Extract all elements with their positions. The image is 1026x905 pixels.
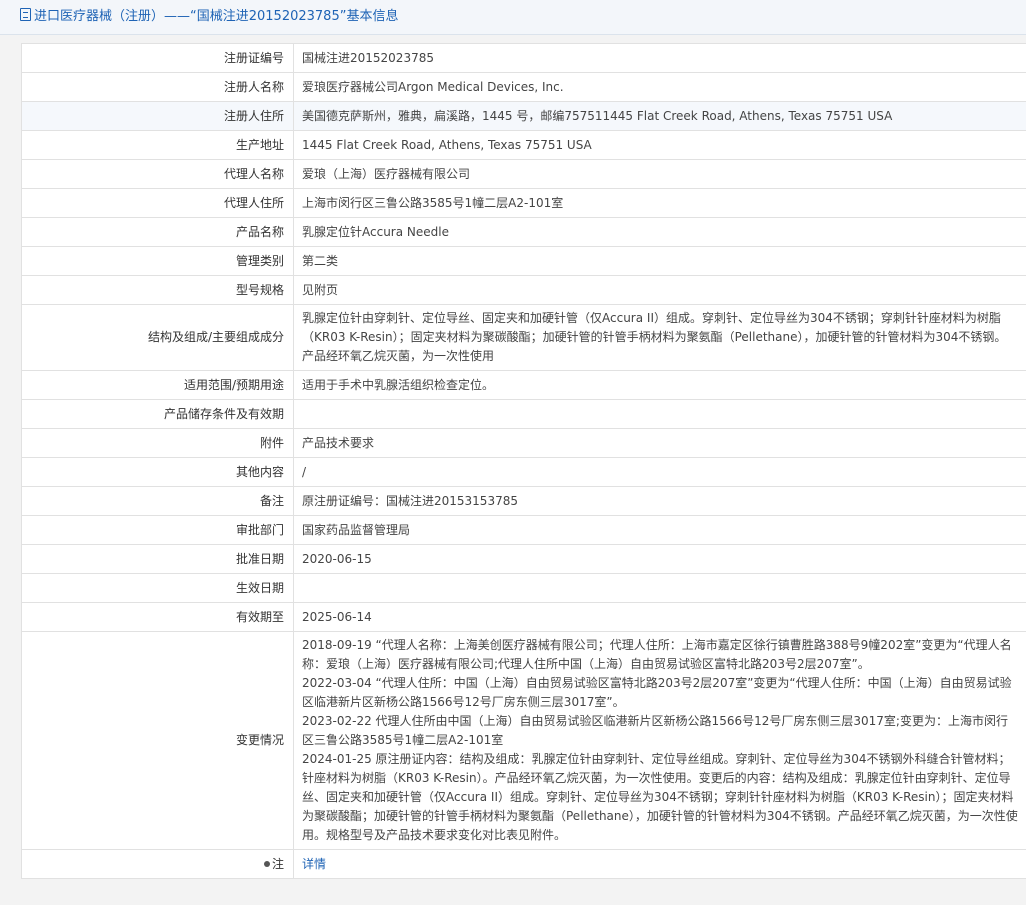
page-header: 进口医疗器械（注册）——“国械注进20152023785”基本信息 — [0, 0, 1026, 35]
field-label: 型号规格 — [22, 276, 294, 305]
field-value: 产品技术要求 — [294, 429, 1026, 458]
table-row: 代理人住所上海市闵行区三鲁公路3585号1幢二层A2-101室 — [22, 189, 1026, 218]
table-row: 适用范围/预期用途适用于手术中乳腺活组织检查定位。 — [22, 371, 1026, 400]
field-label: 注册人住所 — [22, 102, 294, 131]
change-entry: 2022-03-04 “代理人住所：中国（上海）自由贸易试验区富特北路203号2… — [302, 674, 1018, 712]
info-table: 注册证编号国械注进20152023785 注册人名称爱琅医疗器械公司Argon … — [21, 43, 1026, 879]
change-entry: 2018-09-19 “代理人名称：上海美创医疗器械有限公司；代理人住所：上海市… — [302, 636, 1018, 674]
field-label: 注册证编号 — [22, 44, 294, 73]
table-row: 生效日期 — [22, 574, 1026, 603]
field-value: 第二类 — [294, 247, 1026, 276]
field-value: 国家药品监督管理局 — [294, 516, 1026, 545]
field-label: 产品名称 — [22, 218, 294, 247]
table-row: 注册人名称爱琅医疗器械公司Argon Medical Devices, Inc. — [22, 73, 1026, 102]
field-label: 适用范围/预期用途 — [22, 371, 294, 400]
content-area: 注册证编号国械注进20152023785 注册人名称爱琅医疗器械公司Argon … — [0, 35, 1026, 905]
field-value — [294, 574, 1026, 603]
field-value: 上海市闵行区三鲁公路3585号1幢二层A2-101室 — [294, 189, 1026, 218]
table-row: 管理类别第二类 — [22, 247, 1026, 276]
field-label: 备注 — [22, 487, 294, 516]
table-row: 结构及组成/主要组成成分乳腺定位针由穿刺针、定位导丝、固定夹和加硬针管（仅Acc… — [22, 305, 1026, 371]
table-row: 产品名称乳腺定位针Accura Needle — [22, 218, 1026, 247]
field-label: 审批部门 — [22, 516, 294, 545]
field-value: 2020-06-15 — [294, 545, 1026, 574]
table-row: 注册证编号国械注进20152023785 — [22, 44, 1026, 73]
table-row: 代理人名称爱琅（上海）医疗器械有限公司 — [22, 160, 1026, 189]
field-label: 产品储存条件及有效期 — [22, 400, 294, 429]
field-value: 原注册证编号：国械注进20153153785 — [294, 487, 1026, 516]
pin-icon — [264, 861, 270, 867]
table-row: 生产地址1445 Flat Creek Road, Athens, Texas … — [22, 131, 1026, 160]
table-row: 批准日期2020-06-15 — [22, 545, 1026, 574]
field-label: 注册人名称 — [22, 73, 294, 102]
field-value: 乳腺定位针由穿刺针、定位导丝、固定夹和加硬针管（仅Accura II）组成。穿刺… — [294, 305, 1026, 371]
table-row: 注册人住所美国德克萨斯州，雅典，扁溪路，1445 号，邮编757511445 F… — [22, 102, 1026, 131]
field-value: 见附页 — [294, 276, 1026, 305]
field-value: 2025-06-14 — [294, 603, 1026, 632]
field-label: 其他内容 — [22, 458, 294, 487]
table-row: 型号规格见附页 — [22, 276, 1026, 305]
note-label-cell: 注 — [22, 850, 294, 879]
field-value — [294, 400, 1026, 429]
details-link[interactable]: 详情 — [302, 857, 326, 871]
field-value: / — [294, 458, 1026, 487]
field-label: 生产地址 — [22, 131, 294, 160]
table-row: 产品储存条件及有效期 — [22, 400, 1026, 429]
field-value: 爱琅医疗器械公司Argon Medical Devices, Inc. — [294, 73, 1026, 102]
note-row: 注 详情 — [22, 850, 1026, 879]
field-label: 管理类别 — [22, 247, 294, 276]
field-value: 国械注进20152023785 — [294, 44, 1026, 73]
field-label: 有效期至 — [22, 603, 294, 632]
table-row: 审批部门国家药品监督管理局 — [22, 516, 1026, 545]
table-row: 有效期至2025-06-14 — [22, 603, 1026, 632]
table-row: 其他内容/ — [22, 458, 1026, 487]
change-entry: 2024-01-25 原注册证内容：结构及组成：乳腺定位针由穿刺针、定位导丝组成… — [302, 750, 1018, 845]
field-label: 批准日期 — [22, 545, 294, 574]
changes-label: 变更情况 — [22, 632, 294, 850]
field-label: 生效日期 — [22, 574, 294, 603]
field-label: 结构及组成/主要组成成分 — [22, 305, 294, 371]
table-row: 附件产品技术要求 — [22, 429, 1026, 458]
field-label: 代理人名称 — [22, 160, 294, 189]
field-label: 代理人住所 — [22, 189, 294, 218]
changes-row: 变更情况 2018-09-19 “代理人名称：上海美创医疗器械有限公司；代理人住… — [22, 632, 1026, 850]
table-row: 备注原注册证编号：国械注进20153153785 — [22, 487, 1026, 516]
field-value: 适用于手术中乳腺活组织检查定位。 — [294, 371, 1026, 400]
document-icon — [20, 8, 31, 21]
field-label: 附件 — [22, 429, 294, 458]
field-value: 乳腺定位针Accura Needle — [294, 218, 1026, 247]
field-value: 美国德克萨斯州，雅典，扁溪路，1445 号，邮编757511445 Flat C… — [294, 102, 1026, 131]
page-title: 进口医疗器械（注册）——“国械注进20152023785”基本信息 — [34, 9, 398, 24]
changes-value: 2018-09-19 “代理人名称：上海美创医疗器械有限公司；代理人住所：上海市… — [294, 632, 1026, 850]
note-label: 注 — [272, 857, 284, 871]
change-entry: 2023-02-22 代理人住所由中国（上海）自由贸易试验区临港新片区新杨公路1… — [302, 712, 1018, 750]
note-value: 详情 — [294, 850, 1026, 879]
field-value: 1445 Flat Creek Road, Athens, Texas 7575… — [294, 131, 1026, 160]
field-value: 爱琅（上海）医疗器械有限公司 — [294, 160, 1026, 189]
